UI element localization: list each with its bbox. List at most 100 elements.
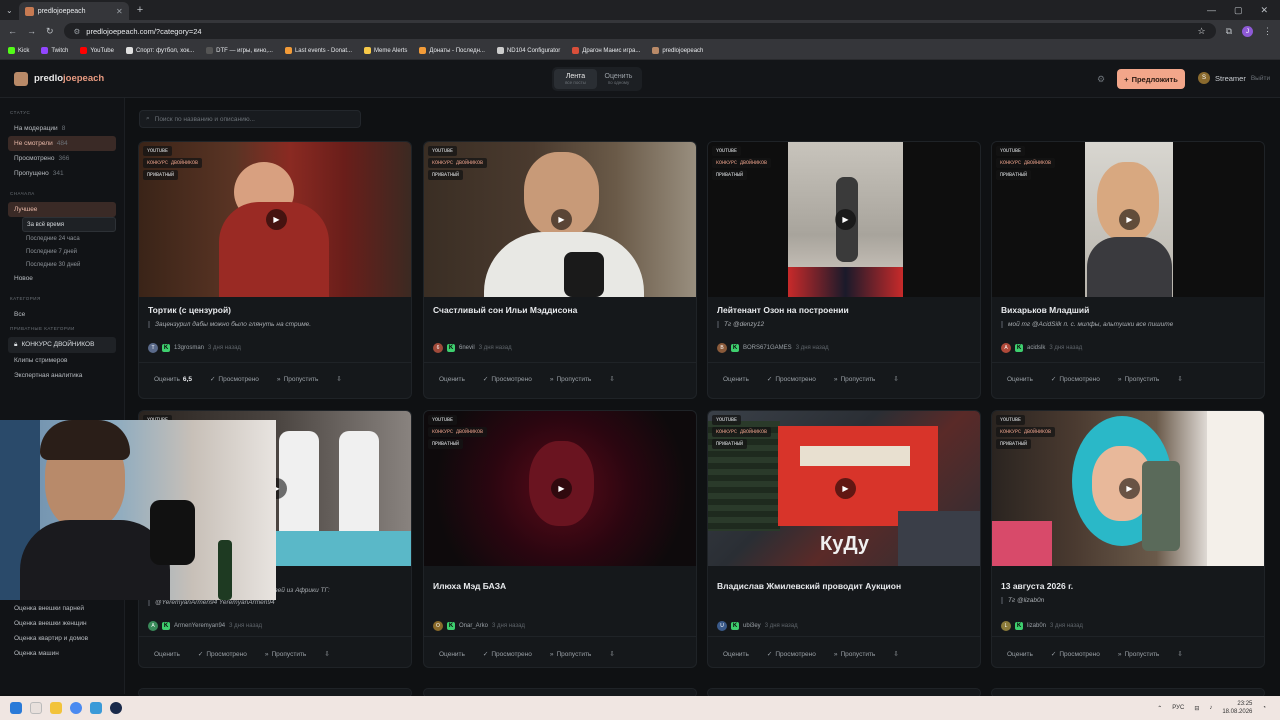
viewed-button[interactable]: ✓ Просмотрено	[761, 372, 822, 386]
pin-icon[interactable]: ⇩	[887, 647, 904, 661]
rate-button[interactable]: Оценить	[433, 373, 471, 386]
pin-icon[interactable]: ⇩	[1171, 647, 1188, 661]
pin-icon[interactable]: ⇩	[330, 372, 347, 386]
skip-button[interactable]: » Пропустить	[271, 373, 324, 386]
restore-icon[interactable]: ▢	[1234, 5, 1243, 16]
sidebar-item-best[interactable]: Лучшее	[8, 202, 116, 217]
notepad-icon[interactable]	[90, 702, 102, 714]
video-thumbnail[interactable]: YOUTUBE КОНКУРС ДВОЙНИКОВ ПРИВАТНЫЙ ▶	[139, 142, 411, 297]
sidebar-item-viewed[interactable]: Просмотрено 366	[8, 151, 116, 166]
pin-icon[interactable]: ⇩	[318, 647, 335, 661]
sidebar-item-skipped[interactable]: Пропущено 341	[8, 166, 116, 181]
author-name[interactable]: ArmenYeremyan94	[174, 623, 225, 629]
sidebar-item-unseen[interactable]: Не смотрели 484	[8, 136, 116, 151]
sidebar-item-women[interactable]: Оценка внешки женщин	[8, 616, 94, 631]
bookmark-item[interactable]: predlojoepeach	[652, 47, 703, 54]
clock[interactable]: 23:25 18.08.2026	[1222, 700, 1252, 716]
video-thumbnail[interactable]: YOUTUBE КОНКУРС ДВОЙНИКОВ ПРИВАТНЫЙ ▶	[708, 142, 980, 297]
skip-button[interactable]: » Пропустить	[1112, 373, 1165, 386]
tray-expand-icon[interactable]: ⌃	[1157, 705, 1162, 712]
close-tab-icon[interactable]: ✕	[116, 7, 123, 16]
video-thumbnail[interactable]: КуДу YOUTUBE КОНКУРС ДВОЙНИКОВ ПРИВАТНЫЙ…	[708, 411, 980, 566]
bookmark-item[interactable]: Kick	[8, 47, 29, 54]
forward-icon[interactable]: →	[27, 26, 36, 36]
rate-button[interactable]: Оценить 6,5	[148, 373, 198, 386]
post-card[interactable]: YOUTUBE КОНКУРС ДВОЙНИКОВ ПРИВАТНЫЙ ▶ 13…	[991, 410, 1265, 668]
rate-button[interactable]: Оценить	[148, 648, 186, 661]
play-icon[interactable]: ▶	[551, 478, 572, 499]
play-icon[interactable]: ▶	[266, 209, 287, 230]
video-thumbnail[interactable]: YOUTUBE КОНКУРС ДВОЙНИКОВ ПРИВАТНЫЙ ▶	[992, 411, 1264, 566]
author-name[interactable]: Onar_Arko	[459, 623, 488, 629]
pin-icon[interactable]: ⇩	[887, 372, 904, 386]
viewed-button[interactable]: ✓ Просмотрено	[1045, 647, 1106, 661]
play-icon[interactable]: ▶	[1119, 209, 1140, 230]
author-name[interactable]: acidslk	[1027, 345, 1045, 351]
sidebar-item-new[interactable]: Новое	[8, 271, 116, 286]
viewed-button[interactable]: ✓ Просмотрено	[204, 372, 265, 386]
post-card[interactable]: YOUTUBE КОНКУРС ДВОЙНИКОВ ПРИВАТНЫЙ ▶ Сч…	[423, 141, 697, 399]
minimize-icon[interactable]: —	[1207, 5, 1216, 16]
bookmark-item[interactable]: Драгон Манис игра...	[572, 47, 640, 54]
sidebar-item-all[interactable]: Все	[8, 307, 116, 322]
rate-button[interactable]: Оценить	[717, 373, 755, 386]
author-name[interactable]: BORS671GAMES	[743, 345, 792, 351]
sidebar-item-cars[interactable]: Оценка машин	[8, 646, 94, 661]
browser-menu-icon[interactable]: ⋮	[1263, 26, 1272, 37]
skip-button[interactable]: » Пропустить	[828, 648, 881, 661]
play-icon[interactable]: ▶	[835, 209, 856, 230]
profile-avatar[interactable]: J	[1242, 25, 1253, 37]
sort-24h[interactable]: Последние 24 часа	[8, 232, 116, 245]
new-tab-icon[interactable]: +	[137, 4, 143, 16]
url-field[interactable]: ⚙ predlojoepeach.com/?category=24 ☆	[63, 23, 1216, 39]
network-icon[interactable]: ⊟	[1194, 705, 1199, 712]
yandex-icon[interactable]	[30, 702, 42, 714]
post-card[interactable]: YOUTUBE КОНКУРС ДВОЙНИКОВ ПРИВАТНЫЙ ▶ Ви…	[991, 141, 1265, 399]
folder-icon[interactable]	[50, 702, 62, 714]
skip-button[interactable]: » Пропустить	[544, 373, 597, 386]
notifications-icon[interactable]: ◔	[1262, 705, 1266, 711]
bookmark-item[interactable]: Донаты - Последн...	[419, 47, 485, 54]
keyboard-language[interactable]: РУС	[1172, 705, 1184, 711]
back-icon[interactable]: ←	[8, 26, 17, 36]
tab-list-icon[interactable]: ⌄	[6, 6, 13, 15]
sort-30d[interactable]: Последние 30 дней	[8, 258, 116, 271]
post-card[interactable]: YOUTUBE КОНКУРС ДВОЙНИКОВ ПРИВАТНЫЙ ▶ Ле…	[707, 141, 981, 399]
play-icon[interactable]: ▶	[1119, 478, 1140, 499]
sidebar-item-moderation[interactable]: На модерации 8	[8, 121, 116, 136]
bookmark-item[interactable]: DTF — игры, кино,...	[206, 47, 273, 54]
viewed-button[interactable]: ✓ Просмотрено	[192, 647, 253, 661]
skip-button[interactable]: » Пропустить	[259, 648, 312, 661]
video-thumbnail[interactable]: YOUTUBE КОНКУРС ДВОЙНИКОВ ПРИВАТНЫЙ ▶	[424, 142, 696, 297]
site-logo[interactable]: predlojoepeach	[14, 71, 104, 86]
play-icon[interactable]: ▶	[835, 478, 856, 499]
settings-icon[interactable]: ⚙	[1097, 74, 1105, 85]
rate-button[interactable]: Оценить	[1001, 373, 1039, 386]
steam-icon[interactable]	[110, 702, 122, 714]
rate-button[interactable]: Оценить	[1001, 648, 1039, 661]
rate-button[interactable]: Оценить	[433, 648, 471, 661]
pin-icon[interactable]: ⇩	[603, 372, 620, 386]
bookmark-item[interactable]: Meme Alerts	[364, 47, 407, 54]
sidebar-item-streamer-clips[interactable]: Клипы стримеров	[8, 353, 116, 368]
avatar[interactable]: S	[1198, 72, 1210, 84]
sort-7d[interactable]: Последние 7 дней	[8, 245, 116, 258]
reload-icon[interactable]: ↻	[46, 26, 54, 37]
play-icon[interactable]: ▶	[551, 209, 572, 230]
video-thumbnail[interactable]: YOUTUBE КОНКУРС ДВОЙНИКОВ ПРИВАТНЫЙ ▶	[992, 142, 1264, 297]
search-input[interactable]: ⌕ Поиск по названию и описанию...	[139, 110, 361, 128]
tab-feed[interactable]: Лента все посты	[554, 69, 597, 89]
sidebar-item-men[interactable]: Оценка внешки парней	[8, 601, 94, 616]
viewed-button[interactable]: ✓ Просмотрено	[477, 647, 538, 661]
video-thumbnail[interactable]: YOUTUBE КОНКУРС ДВОЙНИКОВ ПРИВАТНЫЙ ▶	[424, 411, 696, 566]
browser-tab[interactable]: predlojoepeach ✕	[18, 2, 129, 20]
viewed-button[interactable]: ✓ Просмотрено	[761, 647, 822, 661]
post-card[interactable]: YOUTUBE КОНКУРС ДВОЙНИКОВ ПРИВАТНЫЙ ▶ То…	[138, 141, 412, 399]
sidebar-item-flats[interactable]: Оценка квартир и домов	[8, 631, 94, 646]
site-info-icon[interactable]: ⚙	[74, 27, 81, 36]
author-name[interactable]: 6nevil	[459, 345, 475, 351]
tab-rate[interactable]: Оценить по одному	[597, 69, 640, 89]
suggest-button[interactable]: + Предложить	[1117, 69, 1185, 89]
chrome-icon[interactable]	[70, 702, 82, 714]
author-name[interactable]: 13grosman	[174, 345, 204, 351]
